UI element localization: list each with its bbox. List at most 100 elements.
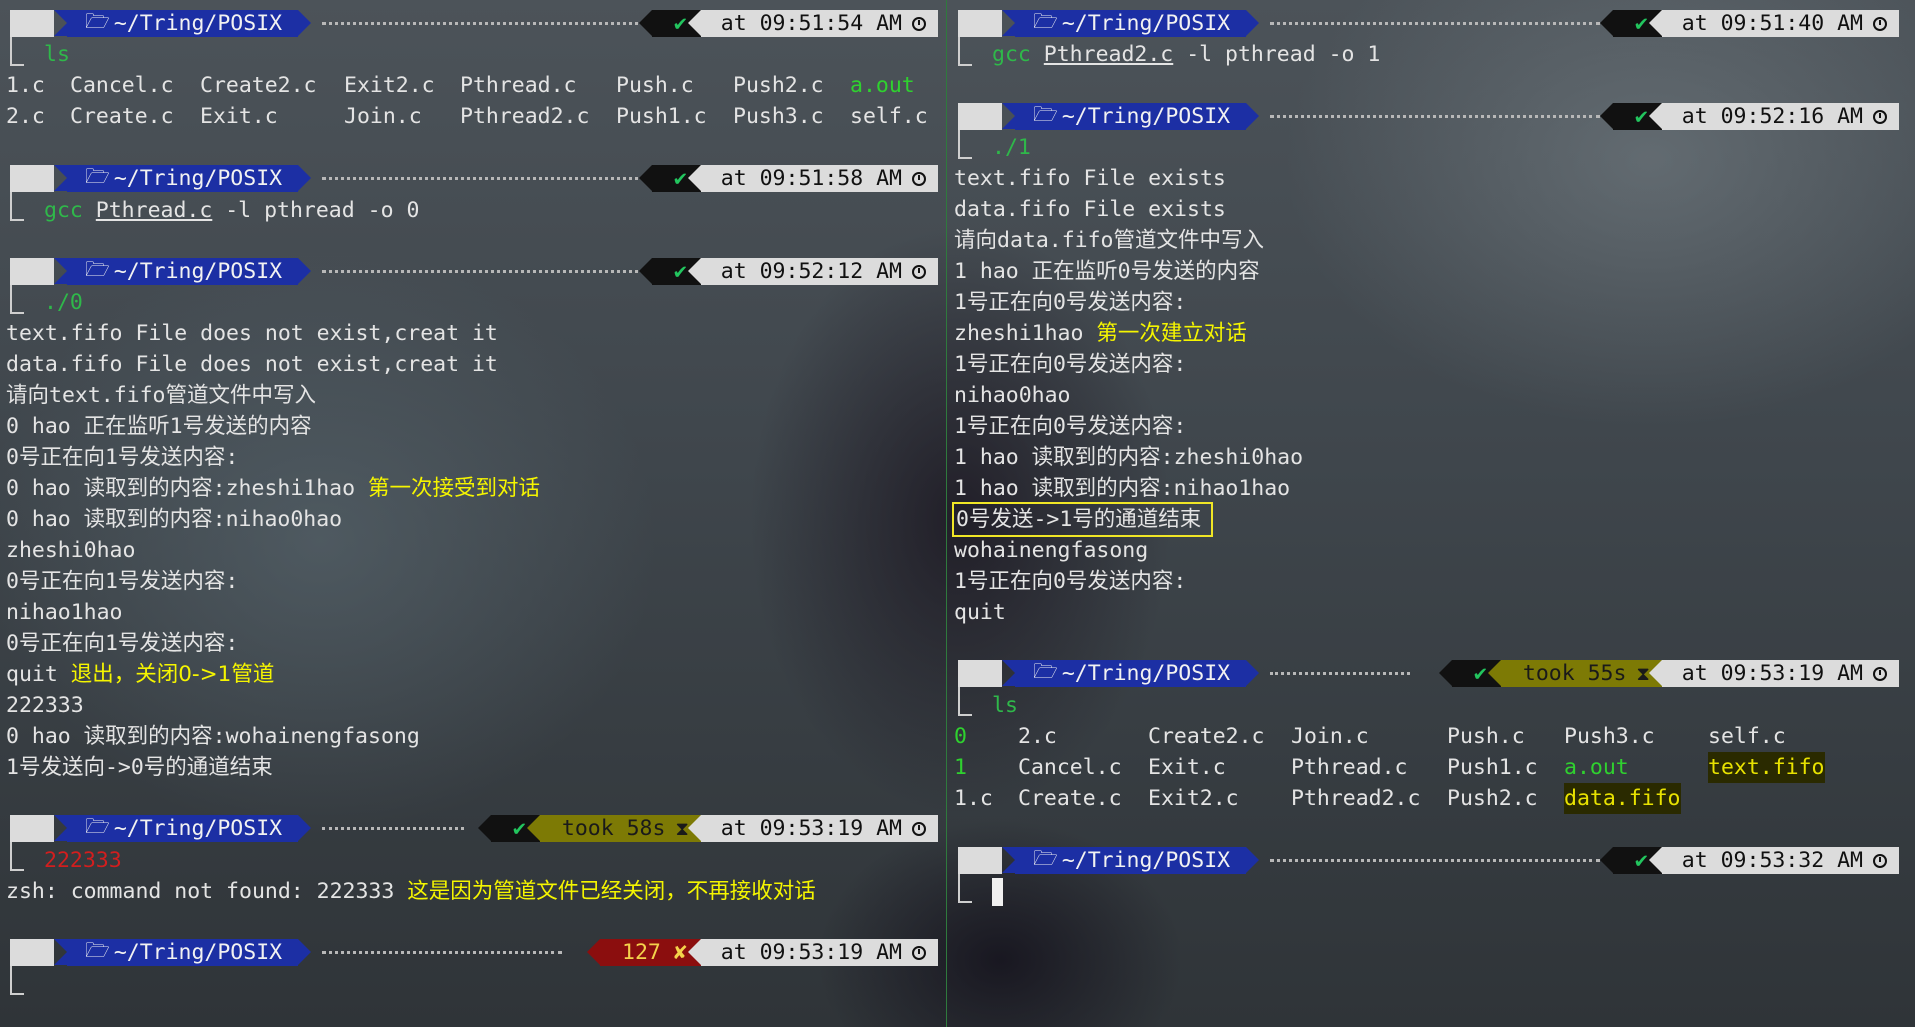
checkmark-icon: ✔ [512, 816, 526, 841]
output-line: quit 退出，关闭0->1管道 [6, 659, 274, 690]
annotation: 这是因为管道文件已经关闭，不再接收对话 [407, 879, 816, 904]
timestamp: at 09:53:19 AM [720, 816, 902, 841]
timestamp: at 09:53:19 AM [720, 940, 902, 965]
clock-icon [1873, 16, 1887, 31]
output-line: 1号发送向->0号的通道结束 [6, 755, 273, 780]
checkmark-icon: ✔ [1634, 848, 1648, 873]
duration-segment: took 55s ⧗ [1487, 660, 1662, 687]
time-segment: at 09:51:58 AM [687, 165, 938, 192]
file-entry: Push3.c [1564, 724, 1655, 749]
folder-open-icon: 🗁 [1033, 845, 1058, 870]
checkmark-icon: ✔ [1473, 661, 1487, 686]
clock-icon [1873, 666, 1887, 681]
prompt-filler [1270, 22, 1600, 25]
file-entry-executable: 1 [954, 755, 967, 780]
command-line[interactable]: gcc Pthread2.c -l pthread -o 1 [992, 39, 1380, 70]
prompt-line: 🗁 ~/Tring/POSIX ✔ at 09:51:58 AM [0, 163, 946, 221]
command-input[interactable] [992, 876, 1003, 907]
output-line: 0号正在向1号发送内容: [6, 631, 239, 656]
checkmark-icon: ✔ [673, 166, 687, 191]
prompt-connector [958, 37, 972, 66]
folder-open-icon: 🗁 [85, 163, 110, 188]
prompt-connector [10, 966, 24, 995]
clock-icon [912, 171, 926, 186]
os-segment [10, 165, 80, 192]
output-line: wohainengfasong [954, 538, 1149, 563]
output-line: 请向data.fifo管道文件中写入 [954, 228, 1264, 253]
prompt-filler [322, 270, 652, 273]
folder-open-icon: 🗁 [1033, 658, 1058, 683]
dir-segment: 🗁 ~/Tring/POSIX [53, 9, 312, 37]
checkmark-icon: ✔ [673, 11, 687, 36]
command-line[interactable]: ls [44, 39, 70, 70]
prompt-connector [958, 874, 972, 903]
timestamp: at 09:52:16 AM [1681, 104, 1863, 129]
command-line[interactable]: gcc Pthread.c -l pthread -o 0 [44, 195, 419, 226]
clock-icon [912, 264, 926, 279]
prompt-line: 🗁 ~/Tring/POSIX 127 ✘ at 09:53:19 AM [0, 937, 946, 995]
file-entry: Join.c [1291, 724, 1369, 749]
file-entry-executable: a.out [850, 73, 915, 98]
dir-path: ~/Tring/POSIX [113, 259, 283, 284]
file-entry: Push2.c [733, 73, 824, 98]
os-segment [958, 103, 1028, 130]
right-pane[interactable]: 🗁 ~/Tring/POSIX ✔ at 09:51:40 AM gcc Pthr… [948, 0, 1915, 1027]
file-entry: Push2.c [1447, 786, 1538, 811]
pane-divider[interactable] [946, 0, 947, 1027]
timestamp: at 09:51:58 AM [720, 166, 902, 191]
prompt-filler [322, 177, 652, 180]
command-line[interactable]: ls [992, 690, 1018, 721]
prompt-connector [10, 37, 24, 66]
folder-open-icon: 🗁 [1033, 101, 1058, 126]
os-segment [10, 10, 80, 37]
clock-icon [1873, 109, 1887, 124]
file-entry: Push.c [1447, 724, 1525, 749]
folder-open-icon: 🗁 [85, 937, 110, 962]
output-line: 1号正在向0号发送内容: [954, 290, 1187, 315]
command-text: ./0 [44, 290, 83, 315]
os-segment [958, 847, 1028, 874]
file-entry: 1.c [954, 786, 993, 811]
dir-segment: 🗁 ~/Tring/POSIX [1001, 102, 1260, 130]
annotation: 第一次接受到对话 [368, 476, 541, 501]
command-text: ./1 [992, 135, 1031, 160]
output-line: text.fifo File does not exist,creat it [6, 321, 498, 346]
dir-segment: 🗁 ~/Tring/POSIX [53, 257, 312, 285]
command-args: -l pthread -o 1 [1173, 42, 1381, 67]
dir-path: ~/Tring/POSIX [1061, 661, 1231, 686]
command-text: ls [992, 693, 1018, 718]
prompt-connector [10, 842, 24, 871]
dir-path: ~/Tring/POSIX [113, 166, 283, 191]
output-line: 1号正在向0号发送内容: [954, 352, 1187, 377]
command-file-arg: Pthread.c [95, 198, 213, 223]
output-text: 0 hao 读取到的内容:zheshi1hao [6, 476, 368, 501]
highlighted-output-line: 0号发送->1号的通道结束 [952, 502, 1214, 537]
file-entry: Join.c [344, 104, 422, 129]
command-line[interactable]: 222333 [44, 845, 122, 876]
timestamp: at 09:51:54 AM [720, 11, 902, 36]
time-segment: at 09:52:16 AM [1648, 103, 1899, 130]
left-pane[interactable]: 🗁 ~/Tring/POSIX ✔ at 09:51:54 AM ls 1.c C… [0, 0, 946, 1027]
time-segment: at 09:53:19 AM [687, 815, 938, 842]
output-line: 1号正在向0号发送内容: [954, 414, 1187, 439]
annotation: 第一次建立对话 [1096, 321, 1247, 346]
command-line[interactable]: ./0 [44, 287, 83, 318]
file-entry: Create.c [70, 104, 174, 129]
output-text: zheshi1hao [954, 321, 1097, 346]
output-line: 0 hao 读取到的内容:nihao0hao [6, 507, 343, 532]
file-entry-executable: 0 [954, 724, 967, 749]
prompt-line: 🗁 ~/Tring/POSIX ✔ took 55s ⧗ at 09:53:19 A… [948, 658, 1915, 716]
dir-path: ~/Tring/POSIX [113, 816, 283, 841]
output-line: 1 hao 读取到的内容:nihao1hao [954, 476, 1291, 501]
file-entry: self.c [1708, 724, 1786, 749]
output-line: 222333 [6, 693, 84, 718]
dir-segment: 🗁 ~/Tring/POSIX [53, 814, 312, 842]
prompt-line: 🗁 ~/Tring/POSIX ✔ at 09:52:16 AM [948, 101, 1915, 159]
command-line[interactable]: ./1 [992, 132, 1031, 163]
output-line: nihao0hao [954, 383, 1071, 408]
output-line: 0 hao 正在监听1号发送的内容 [6, 414, 312, 439]
output-line: 1号正在向0号发送内容: [954, 569, 1187, 594]
output-text: quit [6, 662, 71, 687]
output-line: data.fifo File exists [954, 197, 1226, 222]
checkmark-icon: ✔ [1634, 11, 1648, 36]
